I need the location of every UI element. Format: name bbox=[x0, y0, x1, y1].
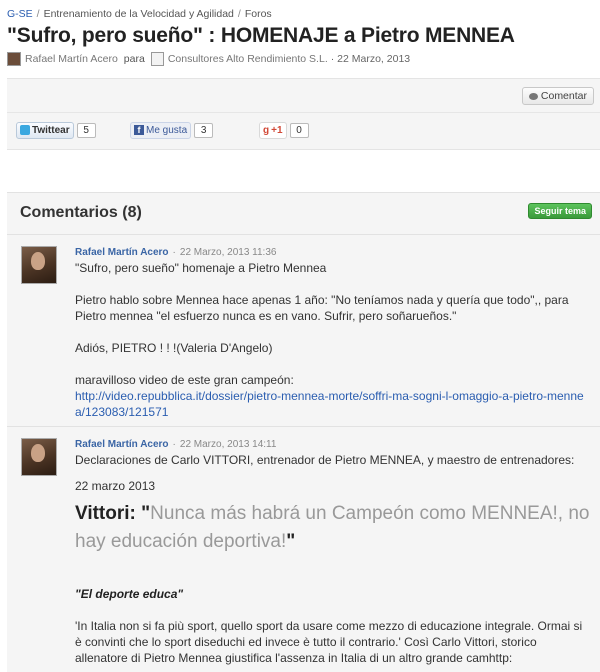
twitter-share: Twittear 5 bbox=[16, 121, 96, 139]
quote-speaker: Vittori: bbox=[75, 503, 136, 524]
gplus-label: +1 bbox=[271, 124, 283, 136]
comment-text: Declaraciones de Carlo VITTORI, entrenad… bbox=[75, 453, 575, 467]
comment-button[interactable]: Comentar bbox=[521, 87, 594, 105]
comment-text: maravilloso video de este gran campeón: bbox=[75, 373, 294, 387]
vittori-quote: Vittori: "Nunca más habrá un Campeón com… bbox=[75, 500, 590, 556]
breadcrumb-separator: / bbox=[237, 8, 241, 20]
share-divider bbox=[7, 112, 600, 113]
twitter-label: Twittear bbox=[32, 124, 70, 136]
comment-timestamp: 22 Marzo, 2013 14:11 bbox=[179, 439, 277, 450]
breadcrumb-separator: / bbox=[36, 8, 40, 20]
comments-divider bbox=[7, 234, 600, 235]
organization-link[interactable]: Consultores Alto Rendimiento S.L. bbox=[168, 53, 328, 65]
comment-date: 22 marzo 2013 bbox=[75, 479, 156, 493]
comment-text: 'In Italia non si fa più sport, quello s… bbox=[75, 619, 583, 665]
comment-subheading: "El deporte educa" bbox=[75, 587, 184, 601]
comment-author-link[interactable]: Rafael Martín Acero bbox=[75, 247, 169, 258]
gplus-share: g +1 0 bbox=[259, 121, 309, 139]
quote-text: Nunca más habrá un Campeón como MENNEA!,… bbox=[75, 503, 590, 552]
comments-heading: Comentarios (8) bbox=[20, 204, 142, 221]
breadcrumb-link-forums[interactable]: Foros bbox=[245, 8, 272, 20]
facebook-label: Me gusta bbox=[146, 124, 188, 136]
breadcrumb: G-SE / Entrenamiento de la Velocidad y Agi… bbox=[7, 8, 272, 20]
gplus-count: 0 bbox=[289, 122, 309, 138]
twitter-icon bbox=[20, 125, 30, 135]
quote-close-mark: " bbox=[286, 531, 296, 552]
comment-meta: Rafael Martín Acero · 22 Marzo, 2013 11:36 bbox=[75, 246, 590, 260]
comment-timestamp: 22 Marzo, 2013 11:36 bbox=[179, 247, 277, 258]
video-link[interactable]: http://video.repubblica.it/dossier/pietr… bbox=[75, 389, 584, 419]
speech-bubble-icon bbox=[528, 92, 538, 100]
breadcrumb-link-category[interactable]: Entrenamiento de la Velocidad y Agilidad bbox=[44, 8, 234, 20]
author-avatar-icon bbox=[7, 52, 21, 66]
post-author-link[interactable]: Rafael Martín Acero bbox=[25, 53, 118, 65]
comment-button-label: Comentar bbox=[540, 90, 587, 102]
comment-divider bbox=[7, 426, 600, 427]
breadcrumb-link-gse[interactable]: G-SE bbox=[7, 8, 33, 20]
avatar[interactable] bbox=[21, 246, 57, 284]
comment-meta: Rafael Martín Acero · 22 Marzo, 2013 14:11 bbox=[75, 438, 590, 452]
comment-text: Pietro hablo sobre Mennea hace apenas 1 … bbox=[75, 293, 569, 323]
para-label: para bbox=[123, 53, 145, 65]
meta-dot: · bbox=[172, 247, 176, 258]
comment-text: "Sufro, pero sueño" homenaje a Pietro Me… bbox=[75, 261, 327, 275]
comment-text: Adiós, PIETRO ! ! !(Valeria D'Angelo) bbox=[75, 341, 273, 355]
facebook-like-button[interactable]: f Me gusta bbox=[130, 121, 192, 139]
facebook-icon: f bbox=[134, 125, 144, 135]
facebook-count: 3 bbox=[194, 122, 214, 138]
document-icon bbox=[150, 52, 164, 66]
share-box: Comentar Twittear 5 f Me gusta 3 g +1 0 bbox=[7, 78, 600, 150]
quote-open-mark: " bbox=[141, 503, 151, 524]
comment-body: Rafael Martín Acero · 22 Marzo, 2013 11:36… bbox=[75, 246, 590, 420]
twitter-button[interactable]: Twittear bbox=[16, 121, 74, 139]
google-plus-icon: g bbox=[263, 124, 270, 136]
comment-body: Rafael Martín Acero · 22 Marzo, 2013 14:11… bbox=[75, 438, 590, 666]
facebook-share: f Me gusta 3 bbox=[130, 121, 214, 139]
follow-topic-button[interactable]: Seguir tema bbox=[528, 203, 592, 219]
comment-author-link[interactable]: Rafael Martín Acero bbox=[75, 439, 169, 450]
post-byline: Rafael Martín Acero para Consultores Alt… bbox=[7, 52, 410, 66]
avatar[interactable] bbox=[21, 438, 57, 476]
page-title: "Sufro, pero sueño" : HOMENAJE a Pietro … bbox=[7, 24, 515, 47]
post-date: 22 Marzo, 2013 bbox=[337, 53, 411, 65]
meta-dot: · bbox=[172, 439, 176, 450]
google-plus-button[interactable]: g +1 bbox=[259, 121, 287, 139]
twitter-count: 5 bbox=[76, 122, 96, 138]
comments-panel: Comentarios (8) Seguir tema Rafael Martí… bbox=[7, 192, 600, 672]
